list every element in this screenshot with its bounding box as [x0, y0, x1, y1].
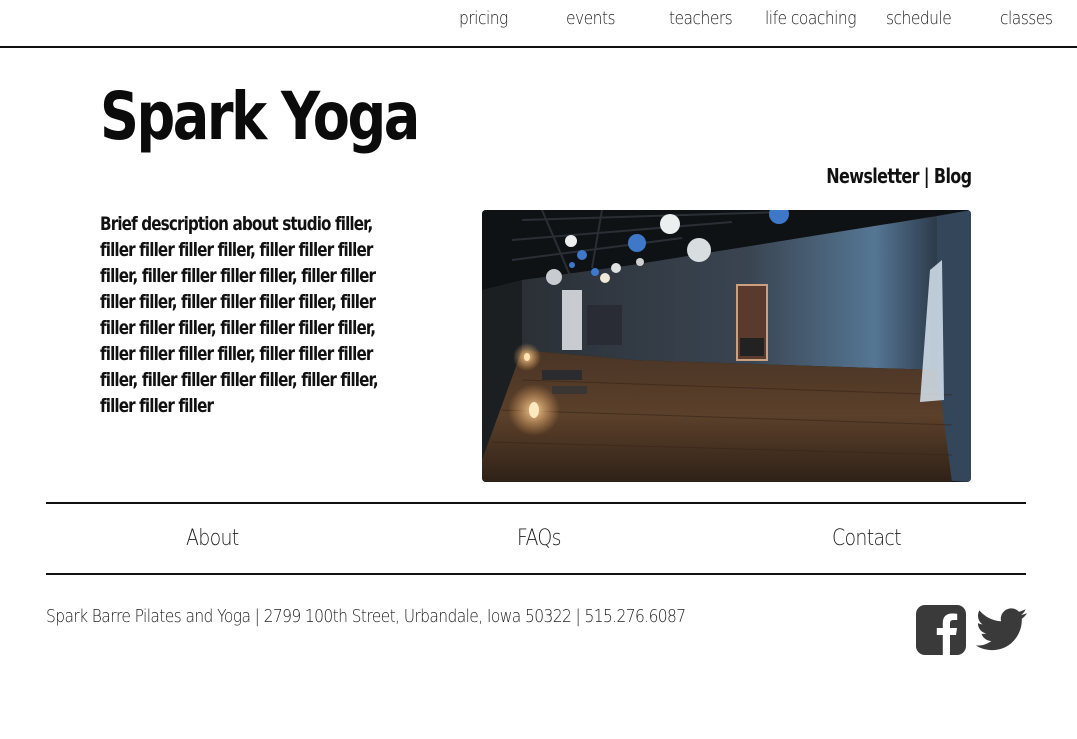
nav-life-coaching[interactable]: life coaching — [765, 8, 857, 29]
footer-address: Spark Barre Pilates and Yoga | 2799 100t… — [46, 606, 686, 627]
nav-teachers[interactable]: teachers — [669, 8, 733, 29]
nav-events[interactable]: events — [566, 8, 616, 29]
facebook-icon[interactable] — [916, 605, 966, 655]
twitter-icon[interactable] — [976, 608, 1028, 652]
footer-faqs-link[interactable]: FAQs — [517, 526, 561, 551]
social-links — [916, 605, 1028, 657]
nav-schedule[interactable]: schedule — [886, 8, 952, 29]
newsletter-link[interactable]: Newsletter — [826, 164, 919, 188]
nav-classes[interactable]: classes — [1000, 8, 1053, 29]
top-navigation: pricing events teachers life coaching sc… — [0, 0, 1077, 48]
nav-pricing[interactable]: pricing — [459, 8, 508, 29]
site-title: Spark Yoga — [100, 78, 420, 155]
header-links: Newsletter | Blog — [826, 164, 972, 188]
studio-description: Brief description about studio filler, f… — [100, 213, 379, 417]
studio-photo — [482, 210, 971, 482]
footer-navigation: About FAQs Contact — [46, 502, 1026, 575]
footer-contact-link[interactable]: Contact — [832, 526, 901, 551]
blog-link[interactable]: Blog — [933, 164, 971, 188]
link-separator: | — [923, 164, 929, 188]
footer-about-link[interactable]: About — [186, 526, 239, 551]
